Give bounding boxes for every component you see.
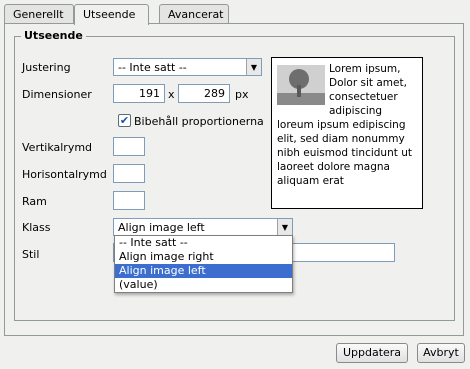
fieldset-legend: Utseende bbox=[21, 29, 86, 42]
dimensions-label: Dimensioner bbox=[22, 88, 92, 101]
class-option[interactable]: Align image right bbox=[115, 250, 292, 264]
cancel-button[interactable]: Avbryt bbox=[417, 343, 465, 363]
vspace-label: Vertikalrymd bbox=[22, 141, 93, 154]
border-input[interactable] bbox=[113, 191, 145, 210]
hspace-input[interactable] bbox=[113, 164, 145, 183]
chevron-down-icon: ▼ bbox=[277, 219, 292, 235]
unit-label: px bbox=[235, 88, 249, 101]
image-preview: Lorem ipsum, Dolor sit amet, consectetue… bbox=[271, 57, 423, 209]
alignment-label: Justering bbox=[22, 61, 71, 74]
class-option[interactable]: (value) bbox=[115, 278, 292, 292]
alignment-select[interactable]: -- Inte satt -- ▼ bbox=[113, 58, 262, 76]
class-option-selected[interactable]: Align image left bbox=[115, 264, 292, 278]
keep-proportions-label: Bibehåll proportionerna bbox=[134, 115, 264, 128]
update-button[interactable]: Uppdatera bbox=[336, 343, 408, 363]
hspace-label: Horisontalrymd bbox=[22, 168, 107, 181]
class-select[interactable]: Align image left ▼ bbox=[113, 218, 293, 236]
times-sign: x bbox=[168, 88, 175, 101]
class-label: Klass bbox=[22, 221, 51, 234]
chevron-down-icon: ▼ bbox=[246, 59, 261, 75]
checkmark-icon: ✔ bbox=[119, 114, 130, 127]
border-label: Ram bbox=[22, 195, 47, 208]
tab-appearance[interactable]: Utseende bbox=[74, 4, 149, 25]
width-input[interactable]: 191 bbox=[113, 84, 165, 103]
image-thumbnail-icon bbox=[277, 65, 325, 105]
class-value: Align image left bbox=[118, 221, 205, 234]
tab-general[interactable]: Generellt bbox=[4, 4, 74, 24]
alignment-value: -- Inte satt -- bbox=[118, 61, 187, 74]
style-label: Stil bbox=[22, 248, 40, 261]
class-option[interactable]: -- Inte satt -- bbox=[115, 236, 292, 250]
tab-advanced[interactable]: Avancerat bbox=[159, 4, 229, 24]
height-input[interactable]: 289 bbox=[178, 84, 230, 103]
class-dropdown-list: -- Inte satt -- Align image right Align … bbox=[114, 235, 293, 293]
keep-proportions-checkbox[interactable]: ✔ bbox=[118, 114, 131, 127]
vspace-input[interactable] bbox=[113, 137, 145, 156]
